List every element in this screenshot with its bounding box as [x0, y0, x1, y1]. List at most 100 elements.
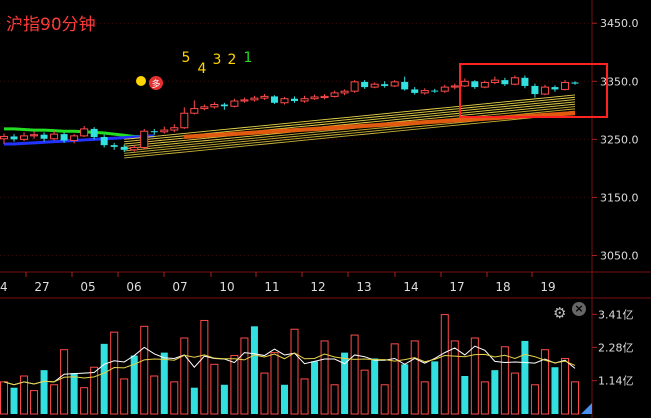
candle-body: [471, 81, 479, 88]
volume-bar: [560, 357, 569, 415]
candle-body: [130, 146, 139, 151]
candle-body: [320, 95, 329, 99]
volume-bar: [390, 343, 399, 415]
candle-body: [280, 98, 289, 104]
volume-bar: [140, 325, 149, 415]
candle-body: [431, 90, 439, 92]
resize-corner-icon: [581, 403, 592, 414]
volume-bar: [290, 328, 299, 415]
volume-bar: [280, 384, 288, 414]
volume-bar: [530, 384, 539, 415]
candle-body: [381, 84, 389, 86]
volume-bar: [200, 319, 209, 415]
candle-body: [10, 136, 18, 140]
candle-body: [350, 81, 359, 92]
candle-body: [270, 96, 278, 103]
volume-bar: [100, 343, 108, 414]
volume-ma-line: [3, 352, 576, 386]
candle-body: [291, 98, 299, 102]
volume-bar: [170, 381, 179, 415]
signal-number: 2: [228, 52, 237, 68]
price-tick-label: 3450.0: [600, 17, 639, 30]
candle-body: [510, 77, 519, 85]
date-tick-label: 10: [219, 280, 234, 294]
candle-body: [390, 81, 399, 87]
volume-bar: [461, 376, 469, 414]
date-tick-label: 27: [34, 280, 49, 294]
candle-body: [180, 112, 189, 129]
candle-body: [330, 92, 339, 97]
volume-bar: [571, 381, 579, 415]
candle-body: [20, 135, 29, 140]
volume-bar: [320, 340, 329, 415]
date-tick-label: 05: [80, 280, 95, 294]
band-line: [184, 111, 576, 137]
volume-bar: [270, 352, 279, 415]
volume-bar: [90, 366, 99, 415]
volume-ma-line: [3, 345, 576, 386]
date-tick-label: 19: [540, 280, 555, 294]
date-tick-label: 18: [495, 280, 510, 294]
candle-body: [160, 129, 169, 133]
candle-body: [460, 80, 469, 87]
candle-body: [230, 100, 239, 107]
candle-body: [540, 86, 549, 95]
volume-bar: [431, 361, 439, 414]
signal-number: 1: [244, 50, 253, 66]
volume-bar: [150, 375, 159, 415]
date-tick-label: 11: [264, 280, 279, 294]
candle-body: [90, 128, 98, 138]
date-tick-label: 06: [126, 280, 141, 294]
candle-body: [190, 108, 199, 114]
volume-bar: [410, 340, 419, 415]
volume-bar: [350, 334, 359, 415]
volume-bar: [230, 355, 239, 415]
candle-body: [60, 134, 68, 141]
candle-body: [571, 82, 579, 84]
candle-body: [551, 87, 559, 90]
volume-bar: [380, 384, 389, 415]
candle-body: [120, 146, 128, 150]
volume-bar: [491, 370, 499, 414]
volume-bar: [260, 372, 269, 415]
signal-number: 4: [198, 61, 207, 77]
candle-body: [300, 98, 309, 102]
date-tick-label: 12: [310, 280, 325, 294]
volume-bar: [300, 378, 309, 415]
volume-bar: [180, 337, 189, 415]
price-tick-label: 3250.0: [600, 133, 639, 146]
price-tick-label: 3350.0: [600, 75, 639, 88]
volume-bar: [440, 314, 449, 415]
candle-body: [100, 137, 108, 146]
candle-body: [50, 133, 59, 140]
volume-bar: [0, 381, 8, 415]
candle-body: [0, 135, 8, 140]
volume-bar: [510, 372, 519, 415]
volume-bar: [470, 337, 479, 415]
volume-bar: [80, 387, 89, 415]
candle-body: [30, 134, 39, 137]
volume-tick-label: 1.14亿: [598, 375, 634, 388]
volume-bar: [551, 367, 559, 414]
moving-average-line: [4, 127, 155, 138]
candle-body: [150, 131, 158, 133]
volume-bar: [250, 326, 258, 414]
volume-bar: [450, 340, 459, 415]
volume-tick-label: 3.41亿: [598, 308, 634, 321]
volume-bar: [110, 331, 119, 415]
price-tick-label: 3050.0: [600, 249, 639, 262]
candle-body: [420, 90, 429, 94]
candle-body: [450, 85, 459, 88]
volume-bar: [60, 349, 69, 415]
candle-body: [521, 77, 529, 86]
date-tick-label: 4: [0, 280, 8, 294]
long-signal-badge-text: 多: [151, 78, 160, 90]
volume-bar: [240, 337, 249, 415]
candle-body: [40, 134, 48, 139]
volume-bar: [30, 390, 39, 415]
candle-body: [370, 83, 379, 88]
candle-body: [80, 128, 89, 137]
volume-bar: [210, 363, 219, 415]
volume-bar: [360, 369, 369, 415]
volume-bar: [420, 381, 429, 415]
